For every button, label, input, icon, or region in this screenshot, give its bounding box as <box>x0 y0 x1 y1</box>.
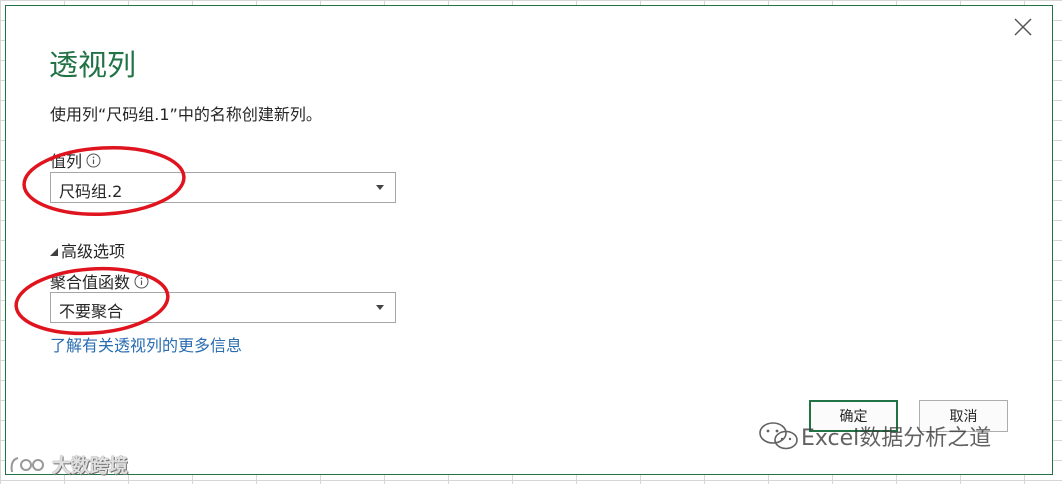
dialog-title: 透视列 <box>49 48 137 82</box>
aggregate-function-selected: 不要聚合 <box>59 302 124 321</box>
chevron-down-icon <box>376 305 384 310</box>
value-column-label-row: 值列 <box>50 148 101 172</box>
wechat-icon <box>759 422 798 450</box>
advanced-options-toggle[interactable]: 高级选项 <box>50 238 125 262</box>
brand-logo-icon <box>10 456 44 472</box>
aggregate-function-label: 聚合值函数 <box>50 273 131 292</box>
chevron-down-icon <box>376 185 384 190</box>
value-column-select[interactable]: 尺码组.2 <box>50 172 396 203</box>
advanced-options-label: 高级选项 <box>61 242 126 261</box>
dialog-description: 使用列“尺码组.1”中的名称创建新列。 <box>50 105 322 124</box>
aggregate-function-label-row: 聚合值函数 <box>50 269 149 293</box>
value-column-label: 值列 <box>50 152 83 171</box>
info-icon[interactable] <box>134 274 149 289</box>
aggregate-function-select[interactable]: 不要聚合 <box>50 292 396 323</box>
info-icon[interactable] <box>86 153 101 168</box>
value-column-selected: 尺码组.2 <box>59 182 123 201</box>
watermark-left: 大数跨境 <box>8 451 128 478</box>
learn-more-link[interactable]: 了解有关透视列的更多信息 <box>50 332 242 356</box>
triangle-expanded-icon <box>50 247 58 256</box>
watermark-right: Excel数据分析之道 <box>757 420 991 452</box>
close-icon[interactable] <box>1012 16 1034 38</box>
watermark-right-text: Excel数据分析之道 <box>801 426 992 451</box>
pivot-column-dialog: 透视列 使用列“尺码组.1”中的名称创建新列。 值列 尺码组.2 高级选项 聚合… <box>5 5 1053 475</box>
watermark-left-text: 大数跨境 <box>52 455 129 477</box>
